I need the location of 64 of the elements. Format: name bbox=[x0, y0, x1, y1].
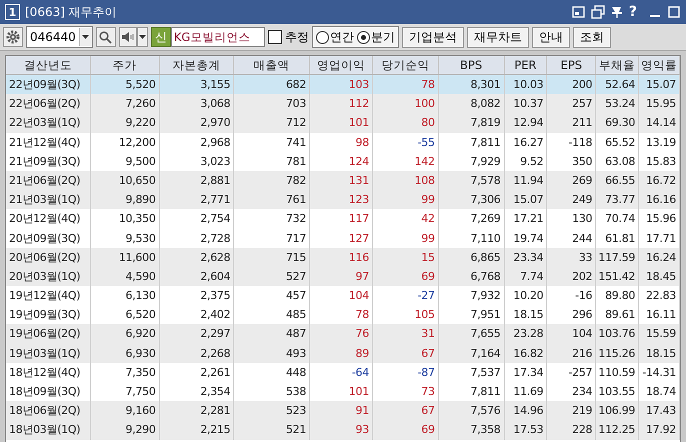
table-cell: 18년03월(1Q) bbox=[6, 420, 91, 440]
column-header[interactable]: BPS bbox=[438, 56, 505, 74]
link-window-icon[interactable] bbox=[572, 5, 586, 19]
toolbar-button[interactable]: 재무차트 bbox=[466, 26, 529, 48]
window-number: 1 bbox=[5, 4, 20, 20]
table-row[interactable]: 22년06월(2Q) 7,260 3,068 703 112 100 8,082 10.37 257 53.24 15.95 bbox=[6, 94, 680, 114]
table-cell: 521 bbox=[234, 420, 310, 440]
column-header[interactable]: 부채율 bbox=[596, 56, 640, 74]
table-row[interactable]: 22년03월(1Q) 9,220 2,970 712 101 80 7,819 12.94 211 69.30 14.14 bbox=[6, 113, 680, 133]
search-button[interactable] bbox=[96, 27, 116, 47]
period-label: 분기 bbox=[370, 28, 395, 46]
toolbar-button[interactable]: 안내 bbox=[532, 26, 570, 48]
speaker-button[interactable] bbox=[118, 27, 137, 47]
table-row[interactable]: 19년06월(2Q) 6,920 2,297 487 76 31 7,655 23.28 104 103.76 15.59 bbox=[6, 324, 680, 344]
table-row[interactable]: 20년06월(2Q) 11,600 2,628 715 116 15 6,865 23.34 33 117.59 16.24 bbox=[6, 248, 680, 267]
table-cell: 112.25 bbox=[596, 420, 640, 440]
table-cell: 93 bbox=[310, 420, 373, 440]
dropdown-icon bbox=[82, 35, 90, 39]
dropdown-button[interactable] bbox=[136, 27, 148, 47]
stock-code-combo[interactable]: 046440 bbox=[26, 26, 93, 48]
estimate-label: 추정 bbox=[284, 28, 309, 46]
column-header[interactable]: 당기순익 bbox=[372, 56, 439, 74]
table-cell: 17.92 bbox=[639, 420, 680, 440]
period-radio[interactable] bbox=[316, 30, 329, 44]
table-cell: 69 bbox=[372, 420, 439, 440]
table-row[interactable]: 22년09월(3Q) 5,520 3,155 682 103 78 8,301 10.03 200 52.64 15.07 bbox=[6, 75, 680, 94]
company-name-field[interactable]: KG모빌리언스 bbox=[170, 27, 265, 47]
table-row[interactable]: 20년03월(1Q) 4,590 2,604 527 97 69 6,768 7.74 202 151.42 18.45 bbox=[6, 266, 680, 286]
period-label: 연간 bbox=[330, 28, 354, 46]
table-row[interactable]: 21년12월(4Q) 12,200 2,968 741 98 -55 7,811 16.27 -118 65.52 13.19 bbox=[6, 132, 680, 152]
column-header[interactable]: EPS bbox=[547, 56, 596, 74]
table-row[interactable]: 19년09월(3Q) 6,520 2,402 485 78 105 7,951 18.15 296 89.61 16.11 bbox=[6, 305, 680, 324]
gear-icon bbox=[6, 30, 20, 44]
estimate-checkbox[interactable] bbox=[268, 30, 282, 44]
table-row[interactable]: 19년03월(1Q) 6,930 2,268 493 89 67 7,164 16.82 216 115.26 18.15 bbox=[6, 344, 680, 363]
window-title: [0663] 재무추이 bbox=[25, 4, 117, 20]
table-row[interactable]: 18년06월(2Q) 9,160 2,281 523 91 67 7,576 14.96 219 106.99 17.43 bbox=[6, 401, 680, 420]
caret-icon bbox=[138, 35, 146, 39]
column-header[interactable]: 주가 bbox=[90, 56, 160, 74]
column-header[interactable]: 영업이익 bbox=[310, 56, 373, 74]
search-icon bbox=[99, 30, 112, 44]
help-icon[interactable]: ? bbox=[628, 4, 637, 20]
pin-icon[interactable] bbox=[610, 5, 624, 19]
column-header[interactable]: 결산년도 bbox=[6, 56, 91, 74]
column-header[interactable]: 영익률 bbox=[639, 56, 680, 74]
column-header[interactable]: 매출액 bbox=[234, 56, 310, 74]
settings-button[interactable] bbox=[3, 27, 23, 47]
speaker-icon bbox=[120, 31, 135, 43]
table-cell: 7,358 bbox=[438, 420, 504, 440]
period-radio[interactable] bbox=[356, 30, 370, 44]
maximize-icon[interactable] bbox=[667, 5, 681, 19]
table-row[interactable]: 21년03월(1Q) 9,890 2,771 761 123 99 7,306 15.07 249 73.77 16.16 bbox=[6, 190, 680, 210]
table-row[interactable]: 21년06월(2Q) 10,650 2,881 782 131 108 7,578 11.94 269 66.55 16.72 bbox=[6, 170, 680, 190]
table-cell: 17.53 bbox=[504, 420, 548, 440]
table-cell: 2,215 bbox=[160, 420, 234, 440]
new-listing-badge: 신 bbox=[150, 27, 171, 47]
toolbar-button[interactable]: 기업분석 bbox=[402, 26, 464, 48]
toolbar-button[interactable]: 조회 bbox=[572, 26, 611, 48]
restore-icon[interactable] bbox=[590, 5, 605, 19]
column-header[interactable]: 자본총계 bbox=[160, 56, 234, 74]
table-row[interactable]: 18년03월(1Q) 9,290 2,215 521 93 69 7,358 17.53 228 112.25 17.92 bbox=[6, 420, 680, 440]
table-cell: 228 bbox=[547, 420, 596, 440]
table-cell: 9,290 bbox=[90, 420, 160, 440]
column-header[interactable]: PER bbox=[504, 56, 548, 74]
